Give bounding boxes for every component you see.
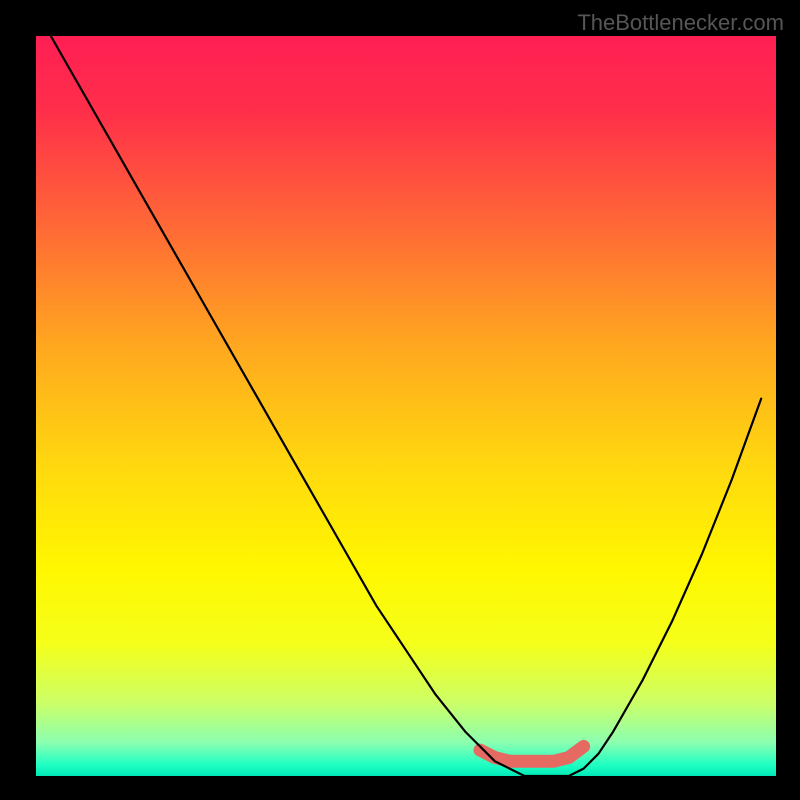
chart-frame: TheBottlenecker.com [6,6,794,794]
gradient-background [36,36,776,776]
watermark-text: TheBottlenecker.com [577,10,784,36]
bottleneck-chart [36,36,776,776]
plot-area [36,36,776,776]
